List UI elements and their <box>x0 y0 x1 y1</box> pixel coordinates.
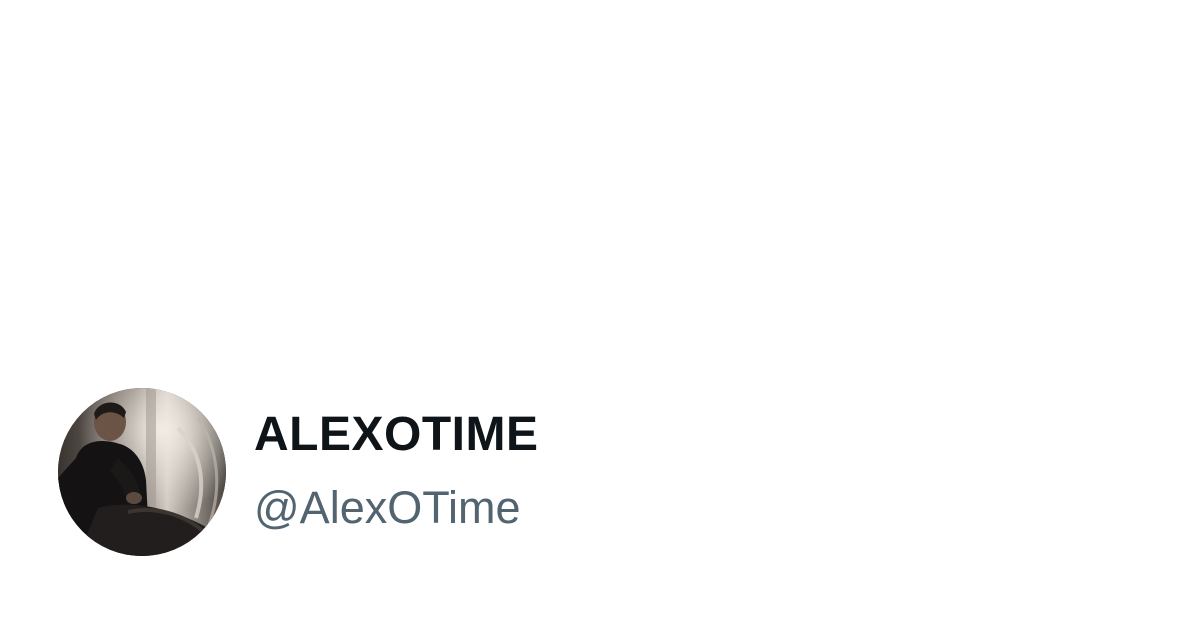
avatar-photo-icon <box>58 388 226 556</box>
avatar[interactable] <box>58 388 226 556</box>
profile-header: ALEXOTIME @AlexOTime <box>58 388 539 556</box>
profile-names: ALEXOTIME @AlexOTime <box>254 406 539 538</box>
username-handle[interactable]: @AlexOTime <box>254 478 539 538</box>
canvas: ALEXOTIME @AlexOTime <box>0 0 1200 630</box>
display-name[interactable]: ALEXOTIME <box>254 406 539 464</box>
